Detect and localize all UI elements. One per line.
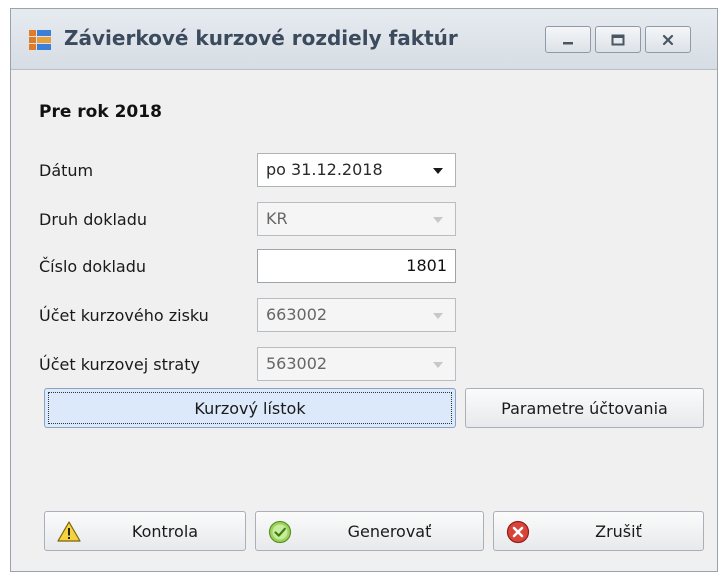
chevron-down-icon[interactable]	[433, 313, 443, 319]
window-title: Závierkové kurzové rozdiely faktúr	[64, 26, 458, 50]
kurzovy-listok-label: Kurzový lístok	[194, 399, 306, 418]
app-icon	[29, 30, 51, 50]
ucet-straty-value: 563002	[266, 354, 328, 373]
cislo-dokladu-value: 1801	[406, 256, 447, 275]
maximize-button[interactable]	[595, 26, 641, 53]
parametre-uctovania-button[interactable]: Parametre účtovania	[465, 388, 704, 428]
maximize-icon	[611, 34, 625, 45]
zrusit-button[interactable]: Zrušiť	[493, 511, 704, 551]
kontrola-label: Kontrola	[131, 522, 199, 541]
dialog-content: Pre rok 2018 Dátum po 31.12.2018 Druh do…	[11, 69, 717, 571]
ucet-straty-dropdown[interactable]: 563002	[257, 347, 456, 381]
ucet-zisku-dropdown[interactable]: 663002	[257, 298, 456, 332]
druh-dokladu-value: KR	[266, 209, 288, 228]
datum-dropdown[interactable]: po 31.12.2018	[257, 153, 456, 187]
chevron-down-icon[interactable]	[433, 362, 443, 368]
kurzovy-listok-button[interactable]: Kurzový lístok	[44, 388, 456, 428]
zrusit-label: Zrušiť	[595, 522, 642, 541]
title-bar[interactable]: Závierkové kurzové rozdiely faktúr	[11, 9, 717, 70]
minimize-icon	[563, 41, 573, 44]
ucet-zisku-label: Účet kurzového zisku	[39, 306, 209, 325]
close-button[interactable]	[645, 26, 691, 53]
druh-dokladu-label: Druh dokladu	[39, 210, 148, 229]
warning-icon	[57, 521, 81, 542]
form-heading: Pre rok 2018	[39, 102, 162, 122]
cislo-dokladu-label: Číslo dokladu	[39, 257, 147, 276]
generovat-button[interactable]: Generovať	[255, 511, 484, 551]
kontrola-button[interactable]: Kontrola	[44, 511, 246, 551]
cancel-icon	[506, 520, 530, 544]
chevron-down-icon[interactable]	[433, 168, 443, 174]
druh-dokladu-dropdown[interactable]: KR	[257, 202, 456, 236]
dialog-window: Závierkové kurzové rozdiely faktúr Pre r…	[10, 8, 718, 572]
datum-value: po 31.12.2018	[266, 160, 383, 179]
chevron-down-icon[interactable]	[433, 217, 443, 223]
cislo-dokladu-input[interactable]: 1801	[257, 249, 456, 283]
datum-label: Dátum	[39, 161, 94, 180]
ucet-straty-label: Účet kurzovej straty	[39, 355, 200, 374]
parametre-uctovania-label: Parametre účtovania	[501, 399, 668, 418]
check-icon	[268, 520, 292, 544]
ucet-zisku-value: 663002	[266, 305, 328, 324]
close-icon	[662, 34, 674, 45]
generovat-label: Generovať	[347, 522, 432, 541]
minimize-button[interactable]	[545, 26, 591, 53]
